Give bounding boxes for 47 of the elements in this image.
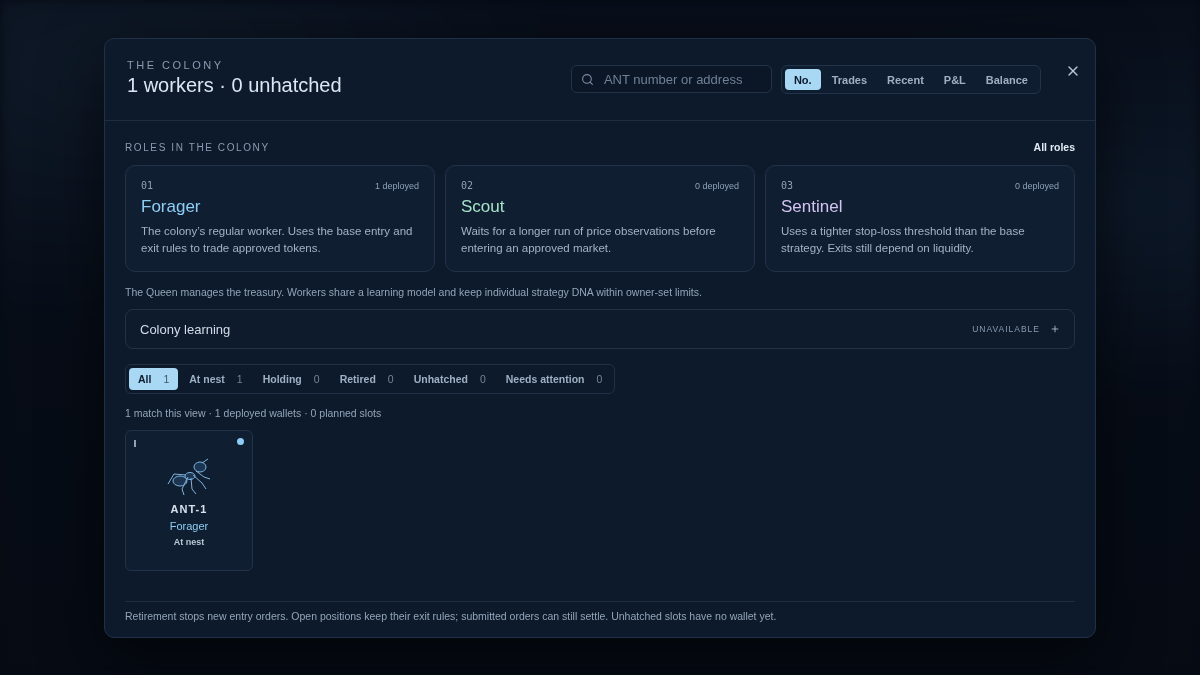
worker-role: Forager [169, 520, 209, 532]
filter-tab[interactable]: At nest 1 [180, 368, 252, 390]
filter-tab[interactable]: Needs attention 0 [496, 368, 612, 390]
filter-tab[interactable]: Unhatched 0 [404, 368, 495, 390]
deployed-count: 0 deployed [694, 180, 739, 191]
sort-tab[interactable]: No. [784, 69, 821, 90]
colony-note: The Queen manages the treasury. Workers share a learning model and keep individual strategy DNA within owner-set limits. [125, 286, 703, 298]
role-description: Uses a tighter stop-loss threshold than the base strategy. Exits still depend on liquidity. [781, 224, 1026, 256]
marker-icon [134, 440, 136, 447]
filter-count: 1 [163, 373, 170, 385]
learning-status: UNAVAILABLE [972, 324, 1040, 334]
filter-count: 1 [236, 373, 243, 385]
role-number: 03 [781, 180, 794, 191]
match-summary: 1 match this view · 1 deployed wallets · 0 planned slots [125, 407, 383, 419]
learning-label: Colony learning [140, 321, 232, 337]
search-icon [580, 73, 594, 86]
sort-tab[interactable]: Trades [822, 69, 877, 90]
filter-count: 0 [313, 373, 320, 385]
filter-tab[interactable]: Holding 0 [253, 368, 329, 390]
role-description: Waits for a longer run of price observations before entering an approved market. [461, 224, 717, 256]
worker-name: ANT-1 [170, 503, 208, 515]
role-name: Scout [461, 197, 506, 217]
filter-count: 0 [387, 373, 394, 385]
sort-tab[interactable]: Recent [878, 69, 933, 90]
filter-count: 0 [596, 373, 603, 385]
sort-tab[interactable]: P&L [934, 69, 975, 90]
role-name: Forager [141, 197, 202, 217]
search-field[interactable]: ANT number or address [570, 65, 772, 93]
filter-count: 0 [479, 373, 486, 385]
role-number: 01 [141, 180, 154, 191]
deployed-count: 0 deployed [1014, 180, 1059, 191]
footer-note: Retirement stops new entry orders. Open positions keep their exit rules; submitted orders can still settle. Unhatched slots have no wallet yet. [125, 609, 778, 624]
worker-card[interactable]: ANT-1 Forager At nest [125, 430, 253, 571]
section-heading: ROLES IN THE COLONY [125, 141, 270, 153]
colony-learning-toggle[interactable]: Colony learning UNAVAILABLE [125, 309, 1075, 349]
dialog-title: 1 workers · 0 unhatched [127, 74, 343, 97]
filter-tab[interactable]: All 1 [129, 368, 179, 390]
role-number: 02 [461, 180, 474, 191]
role-description: The colony’s regular worker. Uses the base entry and exit rules to trade approved tokens. [141, 224, 414, 256]
dialog-eyebrow: THE COLONY [127, 59, 225, 71]
worker-status: At nest [173, 537, 205, 547]
ant-icon [166, 457, 212, 497]
sort-tab[interactable]: Balance [976, 69, 1037, 90]
deployed-count: 1 deployed [374, 180, 419, 191]
filter-tab[interactable]: Retired 0 [330, 368, 403, 390]
all-roles-link[interactable]: All roles [1033, 141, 1075, 153]
role-name: Sentinel [781, 197, 844, 217]
